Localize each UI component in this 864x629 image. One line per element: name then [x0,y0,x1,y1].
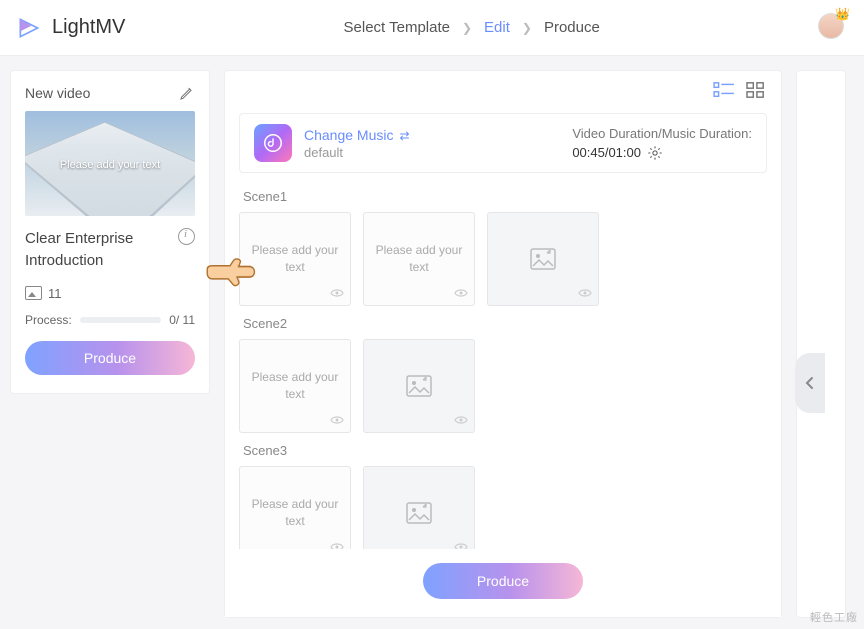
tile-placeholder-text: Please add your text [240,369,350,403]
user-avatar[interactable]: 👑 [818,13,848,43]
scene-label: Scene3 [243,443,767,458]
gear-icon[interactable] [647,145,663,161]
change-music-link[interactable]: Change Music [304,127,394,143]
chevron-right-icon: ❯ [522,21,532,35]
crown-icon: 👑 [835,7,850,21]
scene-row: Please add your text [239,339,767,433]
produce-button-sidebar[interactable]: Produce [25,341,195,375]
eye-icon[interactable] [330,414,344,428]
collapse-handle[interactable] [795,353,825,413]
sidebar-title: New video [25,85,90,101]
editor-panel: Change Music ⇄ default Video Duration/Mus… [224,70,782,618]
text-tile[interactable]: Please add your text [239,339,351,433]
editor-footer: Produce [225,549,781,617]
eye-icon[interactable] [454,414,468,428]
watermark: 輕色工廠 [810,609,858,625]
duration-value: 00:45/01:00 [572,145,641,160]
logo-text: LightMV [52,16,125,39]
template-thumbnail[interactable]: Please add your text [25,111,195,216]
pointing-hand-cursor [202,252,258,290]
breadcrumb: Select Template ❯ Edit ❯ Produce [125,19,818,36]
music-icon[interactable] [254,124,292,162]
scene-row: Please add your text [239,466,767,549]
image-placeholder-icon [406,502,432,524]
chevron-left-icon [804,376,816,390]
pencil-icon[interactable] [179,85,195,101]
eye-icon[interactable] [454,541,468,549]
image-tile[interactable] [487,212,599,306]
eye-icon[interactable] [330,541,344,549]
produce-button-main[interactable]: Produce [423,563,583,599]
swap-icon: ⇄ [400,129,410,143]
eye-icon[interactable] [454,287,468,301]
breadcrumb-step-select[interactable]: Select Template [344,19,450,36]
music-name: default [304,145,410,160]
logo[interactable]: LightMV [16,15,125,41]
image-count: 11 [48,286,62,301]
image-tile[interactable] [363,339,475,433]
image-placeholder-icon [406,375,432,397]
tile-placeholder-text: Please add your text [240,496,350,530]
chevron-right-icon: ❯ [462,21,472,35]
list-view-icon[interactable] [713,81,735,99]
image-placeholder-icon [530,248,556,270]
info-icon[interactable] [178,228,195,245]
top-bar: LightMV Select Template ❯ Edit ❯ Produce… [0,0,864,56]
template-name: Clear Enterprise Introduction [25,228,172,272]
scene-label: Scene2 [243,316,767,331]
progress-bar [80,317,162,323]
right-panel-collapsed [796,70,846,618]
logo-icon [16,15,42,41]
grid-view-icon[interactable] [745,81,767,99]
sidebar: New video Please add your text Clear Ent… [10,70,210,394]
process-label: Process: [25,313,72,327]
scenes-container: Scene1Please add your textPlease add you… [225,173,781,549]
breadcrumb-step-edit[interactable]: Edit [484,19,510,36]
music-bar: Change Music ⇄ default Video Duration/Mus… [239,113,767,173]
breadcrumb-step-produce[interactable]: Produce [544,19,600,36]
image-tile[interactable] [363,466,475,549]
duration-label: Video Duration/Music Duration: [572,126,752,141]
text-tile[interactable]: Please add your text [363,212,475,306]
image-count-icon [25,286,42,300]
scene-label: Scene1 [243,189,767,204]
process-value: 0/ 11 [169,313,195,327]
eye-icon[interactable] [578,287,592,301]
eye-icon[interactable] [330,287,344,301]
thumbnail-overlay-text: Please add your text [25,159,195,171]
text-tile[interactable]: Please add your text [239,466,351,549]
scene-row: Please add your textPlease add your text [239,212,767,306]
tile-placeholder-text: Please add your text [364,242,474,276]
